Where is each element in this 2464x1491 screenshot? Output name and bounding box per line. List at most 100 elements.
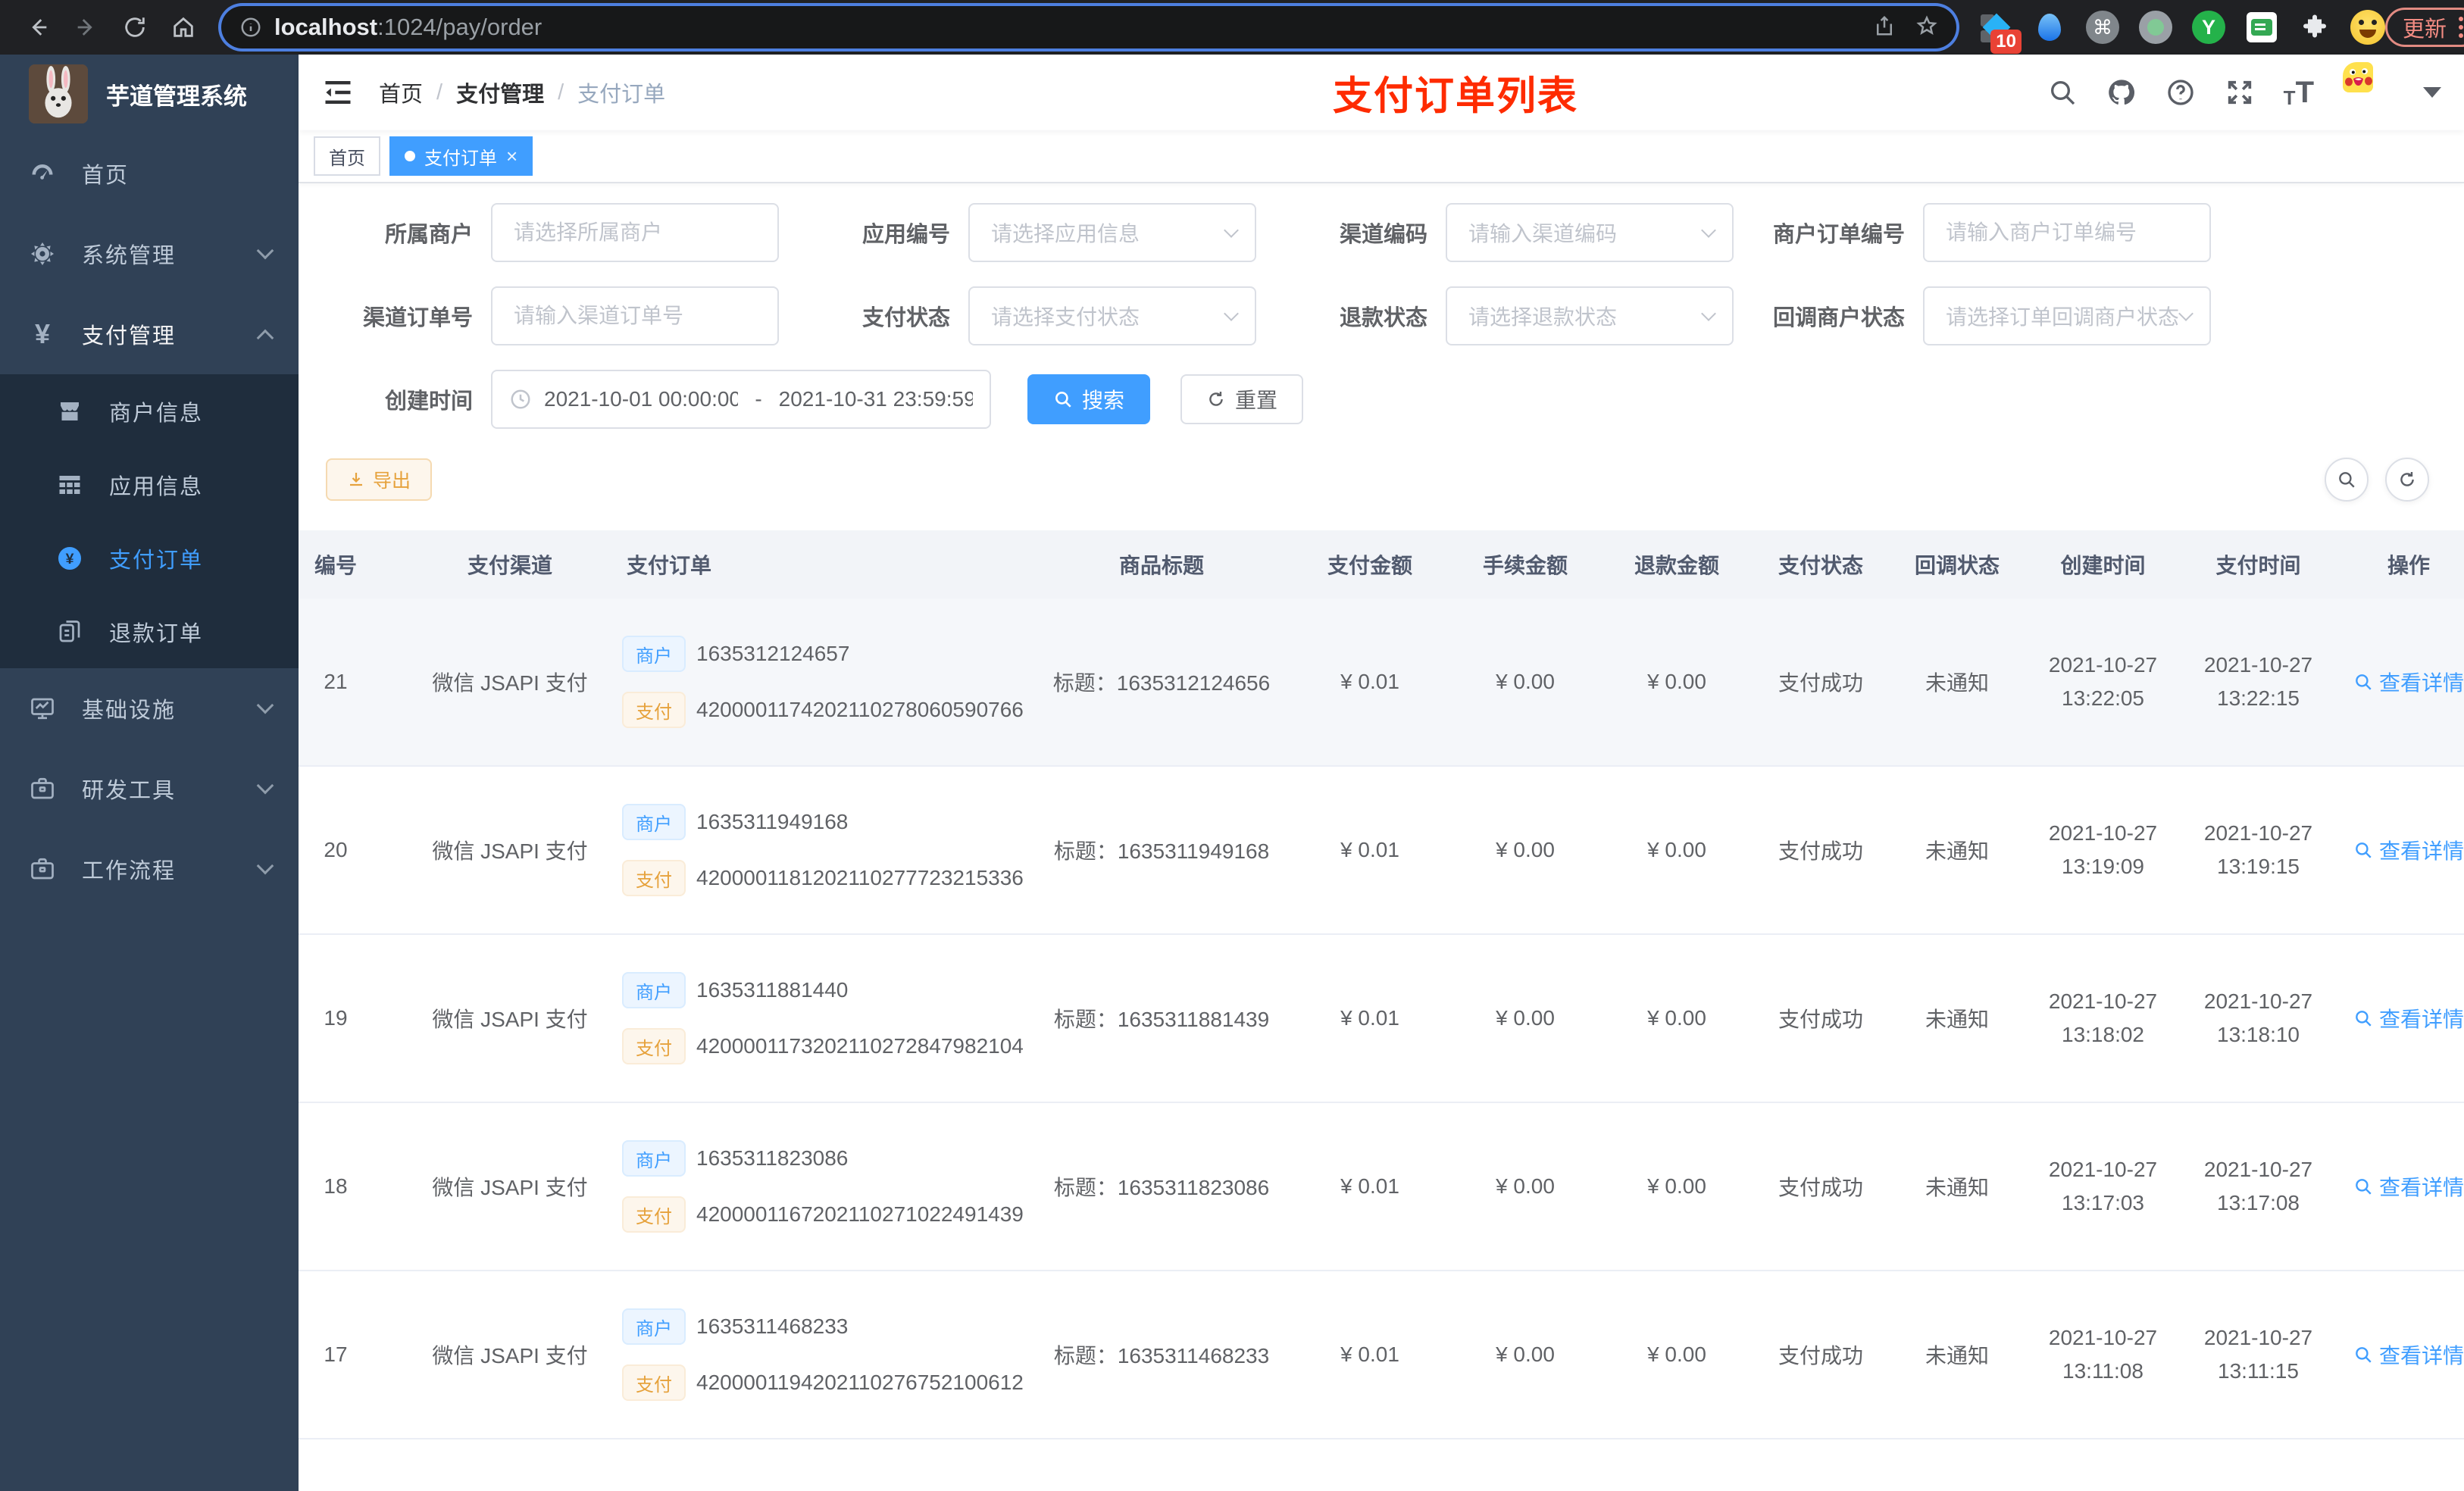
sidebar-item-app-info[interactable]: 应用信息 — [0, 448, 299, 521]
export-button[interactable]: 导出 — [326, 458, 433, 501]
sidebar-collapse-icon[interactable] — [321, 76, 355, 109]
extension-command-icon[interactable]: ⌘ — [2085, 10, 2120, 45]
sidebar-item-refund-order[interactable]: 退款订单 — [0, 595, 299, 668]
fullscreen-icon[interactable] — [2225, 77, 2255, 108]
logo[interactable]: 芋道管理系统 — [0, 55, 299, 133]
app-title: 芋道管理系统 — [106, 83, 247, 110]
sidebar-item-home[interactable]: 首页 — [0, 133, 299, 214]
sidebar-item-pay[interactable]: ¥ 支付管理 — [0, 294, 299, 374]
font-size-icon[interactable]: TT — [2284, 77, 2314, 108]
grid-icon — [55, 471, 85, 499]
dashboard-icon — [27, 160, 58, 187]
chevron-down-icon — [256, 857, 274, 875]
briefcase-icon — [27, 855, 58, 883]
sidebar-menu: 首页 系统管理 ¥ 支付管理 商户信息 应用信息 ¥ 支付订单 退款订单 基础设… — [0, 133, 299, 1491]
toggle-search-button[interactable] — [2325, 458, 2369, 502]
circle-yen-icon: ¥ — [55, 545, 85, 572]
merchant-order-no-input[interactable] — [1923, 203, 2211, 262]
pay-tag: 支付 — [622, 1364, 686, 1401]
tag-pay-order[interactable]: 支付订单 × — [389, 136, 533, 176]
url-bar[interactable]: localhost:1024/pay/order — [221, 6, 1956, 48]
bookmark-star-icon[interactable] — [1915, 14, 1938, 41]
refund-status-select[interactable]: 请选择退款状态 — [1446, 286, 1734, 345]
tag-close-icon[interactable]: × — [506, 146, 518, 166]
sidebar-item-workflow[interactable]: 工作流程 — [0, 829, 299, 909]
site-info-icon[interactable] — [239, 16, 262, 39]
view-detail-link[interactable]: 查看详情 — [2353, 1171, 2464, 1202]
extension-y-icon[interactable]: Y — [2191, 10, 2226, 45]
search-button[interactable]: 搜索 — [1027, 374, 1151, 424]
extension-chat-icon[interactable] — [2244, 10, 2279, 45]
merchant-tag: 商户 — [622, 636, 686, 672]
chrome-menu-icon[interactable] — [2459, 17, 2464, 38]
main-content: 所属商户 应用编号 请选择应用信息 渠道编码 请输入渠道编码 商户订单编号 — [299, 183, 2464, 1491]
channel-order-no-input[interactable] — [491, 286, 779, 345]
documents-icon — [55, 618, 85, 645]
svg-text:¥: ¥ — [66, 550, 74, 567]
merchant-tag: 商户 — [622, 804, 686, 840]
chevron-down-icon — [2178, 306, 2194, 321]
back-button[interactable] — [17, 6, 59, 48]
share-icon[interactable] — [1873, 14, 1896, 41]
chevron-down-icon — [1701, 306, 1716, 321]
sidebar-item-merchant-info[interactable]: 商户信息 — [0, 374, 299, 448]
reset-button[interactable]: 重置 — [1180, 374, 1304, 424]
create-time-range-picker[interactable]: 2021-10-01 00:00:00 - 2021-10-31 23:59:5… — [491, 370, 991, 429]
navbar: 首页 / 支付管理 / 支付订单 支付订单列表 TT — [299, 55, 2464, 130]
extension-badge: 10 — [1990, 30, 2022, 54]
browser-chrome: localhost:1024/pay/order 10 ⌘ Y 更新 — [0, 0, 2464, 55]
view-detail-link[interactable]: 查看详情 — [2353, 1003, 2464, 1033]
search-icon[interactable] — [2047, 77, 2078, 108]
chrome-update-button[interactable]: 更新 — [2385, 8, 2464, 47]
user-avatar[interactable] — [2343, 62, 2403, 123]
logo-image — [29, 64, 88, 123]
pay-tag: 支付 — [622, 860, 686, 896]
forward-button[interactable] — [65, 6, 108, 48]
channel-code-select[interactable]: 请输入渠道编码 — [1446, 203, 1734, 262]
chevron-down-icon — [1224, 306, 1239, 321]
tag-active-dot — [405, 151, 415, 161]
chevron-down-icon — [1701, 223, 1716, 238]
breadcrumb-home[interactable]: 首页 — [379, 77, 423, 108]
chevron-down-icon — [256, 696, 274, 714]
merchant-tag: 商户 — [622, 972, 686, 1008]
url-text: localhost:1024/pay/order — [274, 14, 543, 40]
pay-tag: 支付 — [622, 692, 686, 728]
extension-balloon-icon[interactable] — [2032, 10, 2067, 45]
user-menu-caret-icon[interactable] — [2423, 87, 2441, 98]
date-end: 2021-10-31 23:59:59 — [778, 387, 973, 411]
pay-tag: 支付 — [622, 1028, 686, 1064]
extensions-puzzle-icon[interactable] — [2297, 10, 2332, 45]
chevron-up-icon — [256, 329, 274, 347]
help-icon[interactable] — [2165, 77, 2196, 108]
refresh-button[interactable] — [2385, 458, 2429, 502]
table-row-partial: 商户1635311254796 — [299, 1439, 2464, 1491]
view-detail-link[interactable]: 查看详情 — [2353, 667, 2464, 697]
tag-home[interactable]: 首页 — [314, 136, 380, 176]
home-button[interactable] — [162, 6, 205, 48]
page-title: 支付订单列表 — [1332, 74, 1579, 119]
sidebar-item-system[interactable]: 系统管理 — [0, 214, 299, 294]
reload-button[interactable] — [114, 6, 156, 48]
pay-submenu: 商户信息 应用信息 ¥ 支付订单 退款订单 — [0, 374, 299, 668]
github-icon[interactable] — [2106, 77, 2137, 108]
clock-icon — [509, 388, 532, 411]
sidebar-item-devtools[interactable]: 研发工具 — [0, 749, 299, 829]
view-detail-link[interactable]: 查看详情 — [2353, 1339, 2464, 1370]
navbar-actions: TT — [2047, 62, 2441, 123]
app-select[interactable]: 请选择应用信息 — [968, 203, 1256, 262]
extension-diamond-icon[interactable]: 10 — [1979, 10, 2022, 54]
breadcrumb-pay[interactable]: 支付管理 — [456, 77, 544, 108]
yen-icon: ¥ — [34, 318, 51, 349]
pay-tag: 支付 — [622, 1196, 686, 1233]
tags-view-bar: 首页 支付订单 × — [299, 130, 2464, 183]
extension-record-icon[interactable] — [2138, 10, 2173, 45]
page: localhost:1024/pay/order 10 ⌘ Y 更新 芋道管理系… — [0, 0, 2464, 1491]
merchant-filter-input[interactable] — [491, 203, 779, 262]
profile-avatar-icon[interactable] — [2350, 10, 2385, 45]
sidebar-item-infra[interactable]: 基础设施 — [0, 668, 299, 749]
view-detail-link[interactable]: 查看详情 — [2353, 835, 2464, 865]
sidebar-item-pay-order[interactable]: ¥ 支付订单 — [0, 521, 299, 595]
pay-status-select[interactable]: 请选择支付状态 — [968, 286, 1256, 345]
notify-status-select[interactable]: 请选择订单回调商户状态 — [1923, 286, 2211, 345]
